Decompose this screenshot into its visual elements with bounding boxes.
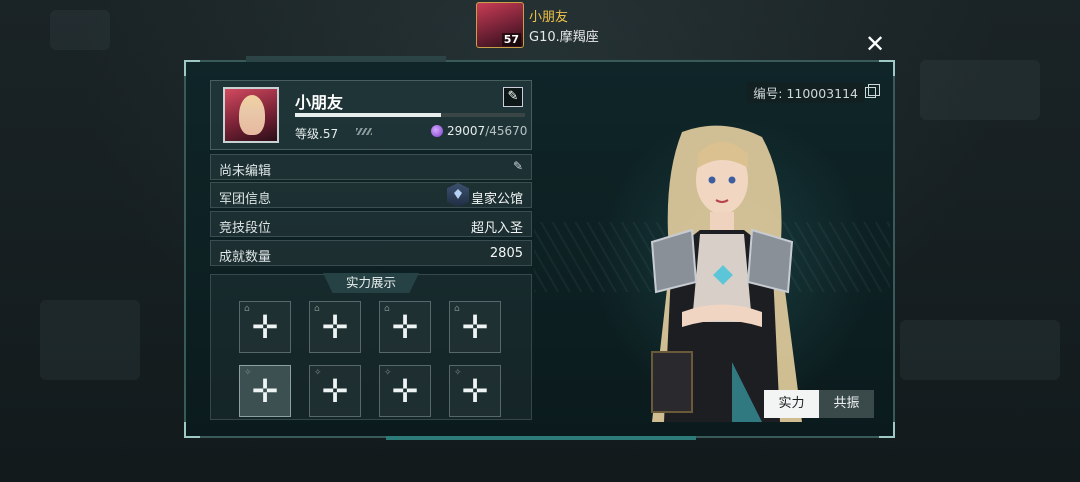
exp-value: 29007/45670 <box>447 124 527 138</box>
achievement-row: 成就数量 2805 <box>210 240 532 266</box>
guild-emblem-icon <box>447 183 469 207</box>
character-portrait <box>650 125 802 423</box>
exp-progress-fill <box>295 113 442 117</box>
background-blur <box>920 60 1040 120</box>
achievement-label: 成就数量 <box>219 250 272 265</box>
player-name: 小朋友 <box>295 93 344 112</box>
arena-rank-row: 竞技段位 超凡入圣 <box>210 211 532 237</box>
slot-mini-icon: ⌂ <box>314 304 320 314</box>
arena-rank-value: 超凡入圣 <box>470 221 523 236</box>
slot-mini-icon: ⌂ <box>384 304 390 314</box>
add-icon: ✛ <box>461 308 489 346</box>
exp-orb-icon <box>431 125 443 137</box>
arena-rank-label: 竞技段位 <box>219 221 272 236</box>
exp-current: 29007 <box>447 124 486 138</box>
panel-corner <box>184 60 200 76</box>
top-player-avatar[interactable]: 57 <box>476 2 524 48</box>
character-portrait-area: 编号: 110003114 实力 共振 <box>534 74 890 432</box>
add-icon: ✛ <box>391 372 419 410</box>
panel-top-accent <box>246 56 446 62</box>
slot-mini-icon: ✧ <box>454 368 462 378</box>
guild-label: 军团信息 <box>219 192 272 207</box>
guild-row[interactable]: 军团信息 皇家公馆 <box>210 182 532 208</box>
showcase-slot[interactable]: ⌂ ✛ <box>449 301 501 353</box>
guild-value: 皇家公馆 <box>470 192 523 207</box>
add-icon: ✛ <box>321 308 349 346</box>
exp-progress-bar <box>295 113 525 117</box>
showcase-slot[interactable]: ✧ ✛ <box>309 365 361 417</box>
slot-mini-icon: ⌂ <box>454 304 460 314</box>
showcase-slot[interactable]: ⌂ ✛ <box>309 301 361 353</box>
close-icon: ✕ <box>864 30 886 58</box>
power-showcase-title: 实力展示 <box>323 273 419 293</box>
top-player-group: G10.摩羯座 <box>529 30 599 45</box>
power-showcase: 实力展示 ⌂ ✛ ⌂ ✛ ⌂ ✛ ⌂ ✛ ✧ ✛ ✧ ✛ ✧ ✛ ✧ ✛ <box>210 273 532 420</box>
profile-card: 小朋友 ✎ 等级.57 29007/45670 <box>210 80 532 150</box>
level-stripes-icon <box>356 128 372 135</box>
player-id: 编号: 110003114 <box>747 82 864 103</box>
close-button[interactable]: ✕ <box>862 32 888 56</box>
showcase-slot[interactable]: ✧ ✛ <box>239 365 291 417</box>
top-player-level: 57 <box>501 33 521 46</box>
achievement-value: 2805 <box>489 246 523 261</box>
slot-mini-icon: ✧ <box>384 368 392 378</box>
edit-name-button[interactable]: ✎ <box>503 87 523 107</box>
add-icon: ✛ <box>461 372 489 410</box>
background-blur <box>40 300 140 380</box>
background-blur <box>900 320 1060 380</box>
add-icon: ✛ <box>251 372 279 410</box>
profile-panel: 小朋友 ✎ 等级.57 29007/45670 尚未编辑 ✎ 军团信息 皇家公馆… <box>184 56 895 440</box>
avatar-face <box>239 95 265 135</box>
slot-mini-icon: ✧ <box>314 368 322 378</box>
add-icon: ✛ <box>251 308 279 346</box>
showcase-slot[interactable]: ⌂ ✛ <box>239 301 291 353</box>
signature-row[interactable]: 尚未编辑 ✎ <box>210 154 532 180</box>
slot-mini-icon: ✧ <box>244 368 252 378</box>
top-player-name: 小朋友 <box>529 10 569 25</box>
panel-corner <box>184 422 200 438</box>
exp-max: /45670 <box>485 124 528 138</box>
avatar[interactable] <box>223 87 279 143</box>
panel-bottom-accent <box>386 436 696 440</box>
showcase-slot[interactable]: ⌂ ✛ <box>379 301 431 353</box>
level-label: 等级.57 <box>295 127 339 141</box>
add-icon: ✛ <box>321 372 349 410</box>
add-icon: ✛ <box>391 308 419 346</box>
showcase-slot[interactable]: ✧ ✛ <box>449 365 501 417</box>
slot-mini-icon: ⌂ <box>244 304 250 314</box>
resonance-toggle[interactable]: 共振 <box>819 390 874 418</box>
pencil-icon[interactable]: ✎ <box>513 159 523 173</box>
pencil-icon: ✎ <box>507 89 519 104</box>
showcase-slot[interactable]: ✧ ✛ <box>379 365 431 417</box>
strength-toggle[interactable]: 实力 <box>764 390 819 418</box>
copy-icon[interactable] <box>865 84 880 98</box>
signature-label: 尚未编辑 <box>219 164 272 179</box>
background-blur <box>50 10 110 50</box>
